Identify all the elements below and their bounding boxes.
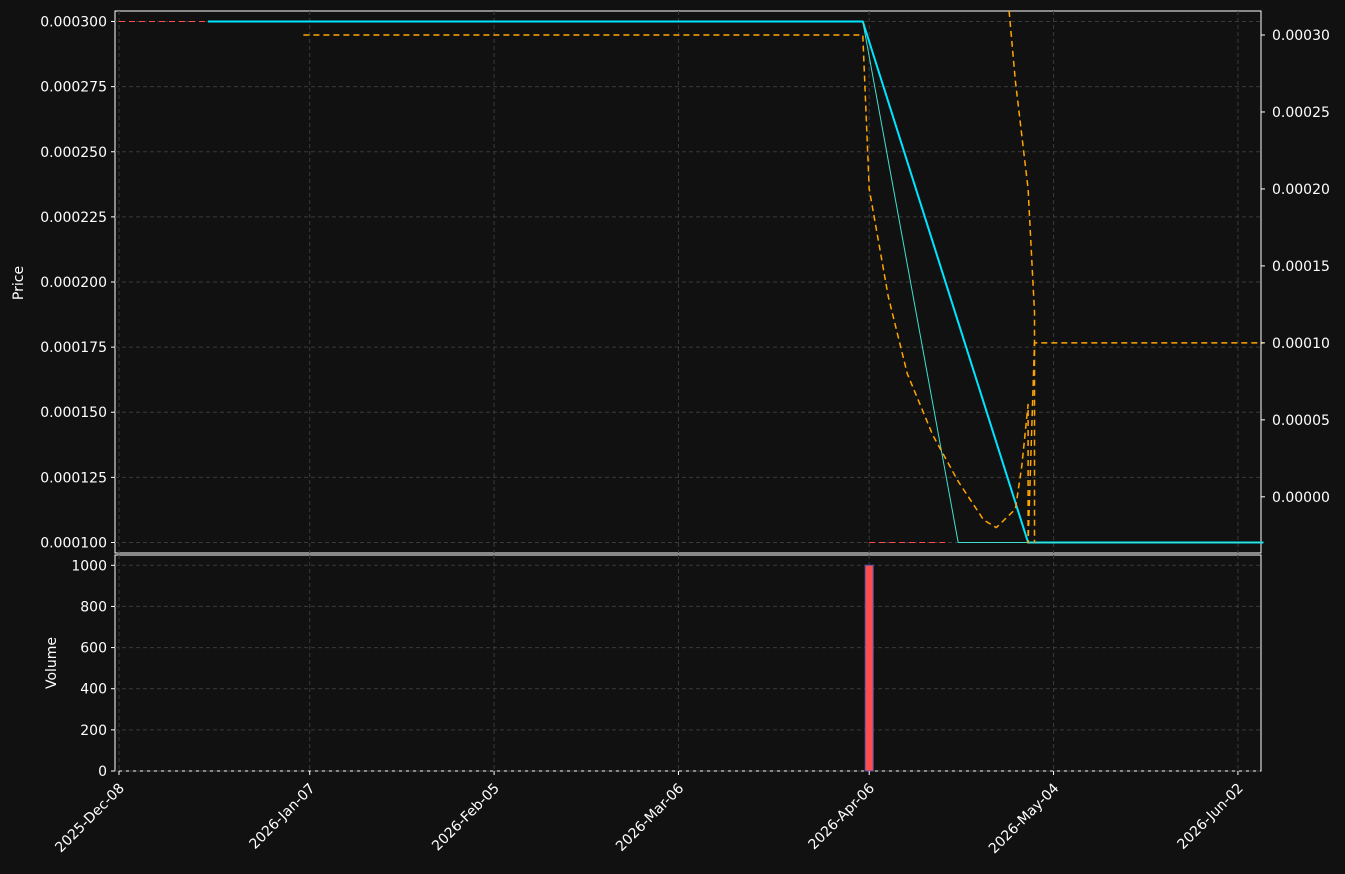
price-tick-label: 0.000300 <box>40 15 107 31</box>
x-tick-label: 2026-Mar-06 <box>613 780 687 854</box>
volume-panel-frame <box>114 554 1262 772</box>
x-tick-label: 2026-Jan-07 <box>246 781 318 853</box>
x-tick-label: 2026-Feb-05 <box>429 781 503 855</box>
price-volume-chart: 0.0001000.0001250.0001500.0001750.000200… <box>11 10 1330 858</box>
right-price-tick-label: 0.00030 <box>1272 28 1330 44</box>
grid-lines <box>115 11 1261 772</box>
volume-tick-label: 200 <box>80 723 107 739</box>
volume-bar <box>864 564 874 772</box>
price-tick-label: 0.000125 <box>40 470 107 486</box>
volume-tick-label: 0 <box>98 764 107 780</box>
right-price-tick-label: 0.00000 <box>1272 490 1330 506</box>
volume-tick-label: 800 <box>80 599 107 615</box>
axis-ticks: 0.0001000.0001250.0001500.0001750.000200… <box>40 15 1330 858</box>
volume-tick-label: 1000 <box>71 558 107 574</box>
right-price-tick-label: 0.00010 <box>1272 336 1330 352</box>
price-tick-label: 0.000275 <box>40 80 107 96</box>
price-tick-label: 0.000200 <box>40 275 107 291</box>
price-tick-label: 0.000150 <box>40 405 107 421</box>
x-tick-label: 2026-Apr-06 <box>805 780 878 853</box>
price-tick-label: 0.000225 <box>40 210 107 226</box>
price-tick-label: 0.000100 <box>40 535 107 551</box>
volume-tick-label: 400 <box>80 682 107 698</box>
x-tick-label: 2025-Dec-08 <box>52 781 127 856</box>
x-tick-label: 2026-May-04 <box>986 780 1063 857</box>
volume-bars <box>864 564 874 772</box>
right-price-tick-label: 0.00015 <box>1272 259 1330 275</box>
right-price-tick-label: 0.00020 <box>1272 182 1330 198</box>
x-tick-label: 2026-Jun-02 <box>1174 781 1246 853</box>
right-price-tick-label: 0.00025 <box>1272 105 1330 121</box>
price-tick-label: 0.000175 <box>40 340 107 356</box>
volume-axis-label: Volume <box>44 637 60 689</box>
price-tick-label: 0.000250 <box>40 145 107 161</box>
price-series-line <box>303 34 1264 544</box>
price-axis-label: Price <box>11 266 27 300</box>
volume-tick-label: 600 <box>80 641 107 657</box>
right-price-tick-label: 0.00005 <box>1272 413 1330 429</box>
price-series <box>119 10 1264 544</box>
